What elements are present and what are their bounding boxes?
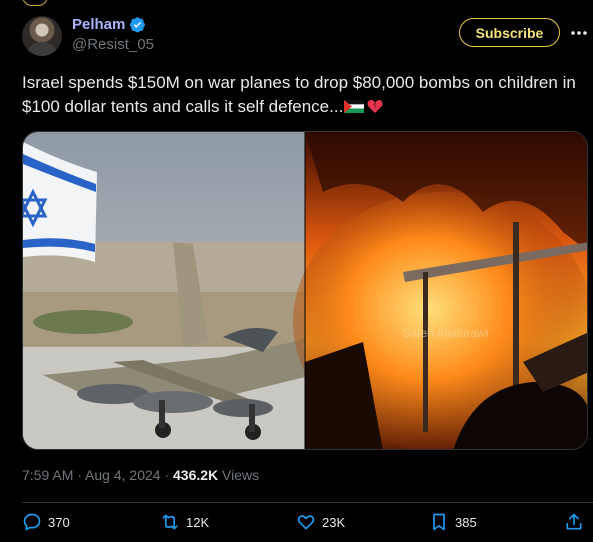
palestine-flag-emoji (344, 100, 365, 113)
fighter-jet-image (23, 132, 305, 449)
share-button[interactable] (564, 512, 584, 532)
verified-badge-icon[interactable] (129, 16, 146, 33)
broken-heart-emoji (367, 100, 383, 113)
repost-count: 12K (186, 514, 210, 530)
burning-tent-image: Saleh Aljafarawi (293, 132, 587, 449)
repost-icon (162, 514, 178, 530)
repost-button[interactable]: 12K (160, 512, 209, 532)
meta-separator: · (73, 467, 86, 483)
heart-icon (297, 515, 315, 530)
bookmark-button[interactable]: 385 (429, 512, 477, 532)
meta-separator: · (160, 467, 174, 483)
reply-count: 370 (48, 514, 70, 530)
tweet-meta: 7:59 AM · Aug 4, 2024 · 436.2K Views (22, 467, 259, 483)
action-bar: 370 12K 23K 385 (22, 512, 592, 540)
views-label: Views (218, 467, 260, 483)
author-name-row: Pelham (72, 16, 146, 33)
tweet-date[interactable]: Aug 4, 2024 (85, 467, 161, 483)
more-dots-icon[interactable] (570, 25, 588, 41)
tweet-time[interactable]: 7:59 AM (22, 467, 73, 483)
media-watermark: Saleh Aljafarawi (403, 326, 488, 340)
tweet-header: Pelham @Resist_05 Subscribe (22, 16, 593, 60)
author-name[interactable]: Pelham (72, 16, 125, 33)
tweet-body: Israel spends $150M on war planes to dro… (22, 73, 581, 116)
reply-button[interactable]: 370 (22, 512, 70, 532)
share-icon (566, 513, 582, 530)
tweet-media[interactable]: Saleh Aljafarawi (22, 131, 588, 450)
subscribe-button[interactable]: Subscribe (459, 18, 560, 47)
reply-icon (23, 513, 41, 531)
like-button[interactable]: 23K (296, 512, 345, 532)
author-handle[interactable]: @Resist_05 (72, 36, 154, 53)
bookmark-icon (433, 513, 445, 531)
like-count: 23K (322, 514, 346, 530)
divider (22, 502, 593, 503)
avatar[interactable] (22, 16, 62, 56)
views-count: 436.2K (173, 467, 219, 483)
tweet-text: Israel spends $150M on war planes to dro… (22, 71, 587, 119)
previous-tweet-connector (22, 0, 48, 6)
bookmark-count: 385 (455, 514, 477, 530)
